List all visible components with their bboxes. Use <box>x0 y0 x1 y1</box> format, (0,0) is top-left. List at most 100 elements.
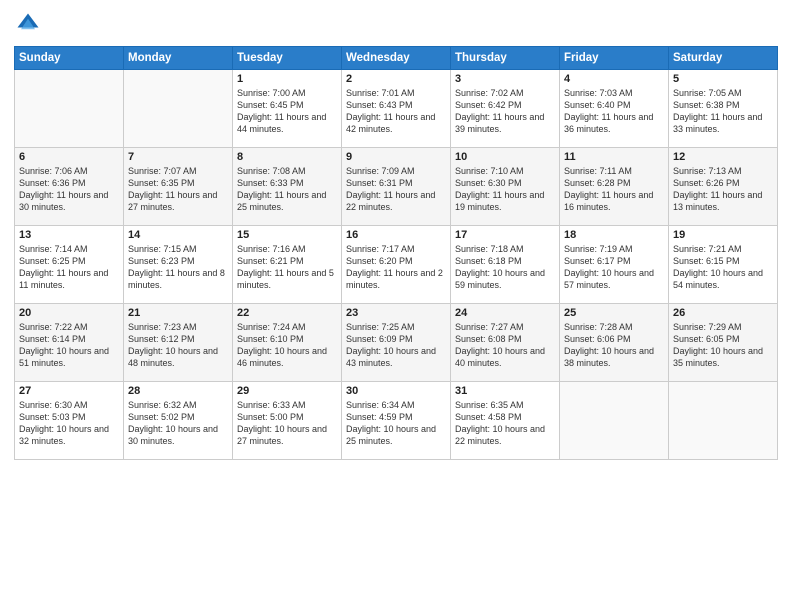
day-info: Sunrise: 7:29 AM Sunset: 6:05 PM Dayligh… <box>673 321 773 370</box>
day-info: Sunrise: 7:19 AM Sunset: 6:17 PM Dayligh… <box>564 243 664 292</box>
day-number: 13 <box>19 229 119 241</box>
calendar-cell <box>124 70 233 148</box>
calendar-cell: 27 Sunrise: 6:30 AM Sunset: 5:03 PM Dayli… <box>15 382 124 460</box>
day-info: Sunrise: 6:30 AM Sunset: 5:03 PM Dayligh… <box>19 399 119 448</box>
day-number: 16 <box>346 229 446 241</box>
day-info: Sunrise: 7:00 AM Sunset: 6:45 PM Dayligh… <box>237 87 337 136</box>
day-number: 9 <box>346 151 446 163</box>
day-number: 21 <box>128 307 228 319</box>
day-number: 31 <box>455 385 555 397</box>
day-info: Sunrise: 7:18 AM Sunset: 6:18 PM Dayligh… <box>455 243 555 292</box>
calendar-week-1: 1 Sunrise: 7:00 AM Sunset: 6:45 PM Daylig… <box>15 70 778 148</box>
day-number: 1 <box>237 73 337 85</box>
calendar-table: SundayMondayTuesdayWednesdayThursdayFrid… <box>14 46 778 460</box>
day-info: Sunrise: 6:34 AM Sunset: 4:59 PM Dayligh… <box>346 399 446 448</box>
day-number: 6 <box>19 151 119 163</box>
day-info: Sunrise: 7:07 AM Sunset: 6:35 PM Dayligh… <box>128 165 228 214</box>
day-number: 5 <box>673 73 773 85</box>
calendar-week-2: 6 Sunrise: 7:06 AM Sunset: 6:36 PM Daylig… <box>15 148 778 226</box>
calendar-cell: 25 Sunrise: 7:28 AM Sunset: 6:06 PM Dayli… <box>560 304 669 382</box>
weekday-header-saturday: Saturday <box>669 47 778 70</box>
calendar-cell: 24Sunrise: 7:27 AM Sunset: 6:08 PM Dayli… <box>451 304 560 382</box>
day-number: 14 <box>128 229 228 241</box>
calendar-week-5: 27 Sunrise: 6:30 AM Sunset: 5:03 PM Dayli… <box>15 382 778 460</box>
day-info: Sunrise: 6:32 AM Sunset: 5:02 PM Dayligh… <box>128 399 228 448</box>
calendar-cell: 14 Sunrise: 7:15 AM Sunset: 6:23 PM Dayli… <box>124 226 233 304</box>
day-number: 26 <box>673 307 773 319</box>
calendar-cell <box>560 382 669 460</box>
weekday-header-tuesday: Tuesday <box>233 47 342 70</box>
calendar-cell: 16 Sunrise: 7:17 AM Sunset: 6:20 PM Dayli… <box>342 226 451 304</box>
weekday-header-sunday: Sunday <box>15 47 124 70</box>
day-number: 7 <box>128 151 228 163</box>
day-info: Sunrise: 7:11 AM Sunset: 6:28 PM Dayligh… <box>564 165 664 214</box>
day-number: 27 <box>19 385 119 397</box>
weekday-header-wednesday: Wednesday <box>342 47 451 70</box>
day-number: 28 <box>128 385 228 397</box>
day-info: Sunrise: 7:28 AM Sunset: 6:06 PM Dayligh… <box>564 321 664 370</box>
day-info: Sunrise: 7:16 AM Sunset: 6:21 PM Dayligh… <box>237 243 337 292</box>
weekday-header-thursday: Thursday <box>451 47 560 70</box>
weekday-header-monday: Monday <box>124 47 233 70</box>
calendar-cell: 5 Sunrise: 7:05 AM Sunset: 6:38 PM Daylig… <box>669 70 778 148</box>
day-info: Sunrise: 7:06 AM Sunset: 6:36 PM Dayligh… <box>19 165 119 214</box>
day-info: Sunrise: 7:02 AM Sunset: 6:42 PM Dayligh… <box>455 87 555 136</box>
day-info: Sunrise: 7:23 AM Sunset: 6:12 PM Dayligh… <box>128 321 228 370</box>
calendar-cell: 3Sunrise: 7:02 AM Sunset: 6:42 PM Daylig… <box>451 70 560 148</box>
day-number: 11 <box>564 151 664 163</box>
day-info: Sunrise: 7:22 AM Sunset: 6:14 PM Dayligh… <box>19 321 119 370</box>
day-info: Sunrise: 7:13 AM Sunset: 6:26 PM Dayligh… <box>673 165 773 214</box>
day-number: 15 <box>237 229 337 241</box>
day-info: Sunrise: 7:01 AM Sunset: 6:43 PM Dayligh… <box>346 87 446 136</box>
day-number: 25 <box>564 307 664 319</box>
day-info: Sunrise: 7:09 AM Sunset: 6:31 PM Dayligh… <box>346 165 446 214</box>
day-info: Sunrise: 7:27 AM Sunset: 6:08 PM Dayligh… <box>455 321 555 370</box>
calendar-cell: 4Sunrise: 7:03 AM Sunset: 6:40 PM Daylig… <box>560 70 669 148</box>
day-info: Sunrise: 7:21 AM Sunset: 6:15 PM Dayligh… <box>673 243 773 292</box>
day-number: 22 <box>237 307 337 319</box>
calendar-cell: 20 Sunrise: 7:22 AM Sunset: 6:14 PM Dayli… <box>15 304 124 382</box>
logo <box>14 10 46 38</box>
weekday-header-row: SundayMondayTuesdayWednesdayThursdayFrid… <box>15 47 778 70</box>
day-info: Sunrise: 7:17 AM Sunset: 6:20 PM Dayligh… <box>346 243 446 292</box>
day-info: Sunrise: 7:15 AM Sunset: 6:23 PM Dayligh… <box>128 243 228 292</box>
day-number: 2 <box>346 73 446 85</box>
day-number: 8 <box>237 151 337 163</box>
day-number: 19 <box>673 229 773 241</box>
day-number: 10 <box>455 151 555 163</box>
day-number: 4 <box>564 73 664 85</box>
calendar-week-3: 13 Sunrise: 7:14 AM Sunset: 6:25 PM Dayli… <box>15 226 778 304</box>
day-info: Sunrise: 7:24 AM Sunset: 6:10 PM Dayligh… <box>237 321 337 370</box>
calendar-cell: 29Sunrise: 6:33 AM Sunset: 5:00 PM Dayli… <box>233 382 342 460</box>
calendar-cell <box>15 70 124 148</box>
calendar-cell: 15 Sunrise: 7:16 AM Sunset: 6:21 PM Dayli… <box>233 226 342 304</box>
day-info: Sunrise: 7:08 AM Sunset: 6:33 PM Dayligh… <box>237 165 337 214</box>
day-number: 30 <box>346 385 446 397</box>
day-number: 20 <box>19 307 119 319</box>
calendar-cell: 31 Sunrise: 6:35 AM Sunset: 4:58 PM Dayli… <box>451 382 560 460</box>
day-info: Sunrise: 7:25 AM Sunset: 6:09 PM Dayligh… <box>346 321 446 370</box>
calendar-cell: 7 Sunrise: 7:07 AM Sunset: 6:35 PM Daylig… <box>124 148 233 226</box>
calendar-cell: 8 Sunrise: 7:08 AM Sunset: 6:33 PM Daylig… <box>233 148 342 226</box>
calendar-cell: 12Sunrise: 7:13 AM Sunset: 6:26 PM Dayli… <box>669 148 778 226</box>
calendar-week-4: 20 Sunrise: 7:22 AM Sunset: 6:14 PM Dayli… <box>15 304 778 382</box>
calendar-cell: 10Sunrise: 7:10 AM Sunset: 6:30 PM Dayli… <box>451 148 560 226</box>
day-number: 23 <box>346 307 446 319</box>
logo-icon <box>14 10 42 38</box>
calendar-cell: 19 Sunrise: 7:21 AM Sunset: 6:15 PM Dayli… <box>669 226 778 304</box>
day-info: Sunrise: 7:14 AM Sunset: 6:25 PM Dayligh… <box>19 243 119 292</box>
calendar-cell: 30 Sunrise: 6:34 AM Sunset: 4:59 PM Dayli… <box>342 382 451 460</box>
day-info: Sunrise: 6:35 AM Sunset: 4:58 PM Dayligh… <box>455 399 555 448</box>
calendar-cell: 9 Sunrise: 7:09 AM Sunset: 6:31 PM Daylig… <box>342 148 451 226</box>
page: SundayMondayTuesdayWednesdayThursdayFrid… <box>0 0 792 468</box>
calendar-cell: 2 Sunrise: 7:01 AM Sunset: 6:43 PM Daylig… <box>342 70 451 148</box>
calendar-cell: 23 Sunrise: 7:25 AM Sunset: 6:09 PM Dayli… <box>342 304 451 382</box>
day-info: Sunrise: 7:05 AM Sunset: 6:38 PM Dayligh… <box>673 87 773 136</box>
weekday-header-friday: Friday <box>560 47 669 70</box>
day-number: 17 <box>455 229 555 241</box>
calendar-cell: 1 Sunrise: 7:00 AM Sunset: 6:45 PM Daylig… <box>233 70 342 148</box>
calendar-cell: 17 Sunrise: 7:18 AM Sunset: 6:18 PM Dayli… <box>451 226 560 304</box>
calendar-cell: 11 Sunrise: 7:11 AM Sunset: 6:28 PM Dayli… <box>560 148 669 226</box>
day-number: 29 <box>237 385 337 397</box>
calendar-cell: 13 Sunrise: 7:14 AM Sunset: 6:25 PM Dayli… <box>15 226 124 304</box>
